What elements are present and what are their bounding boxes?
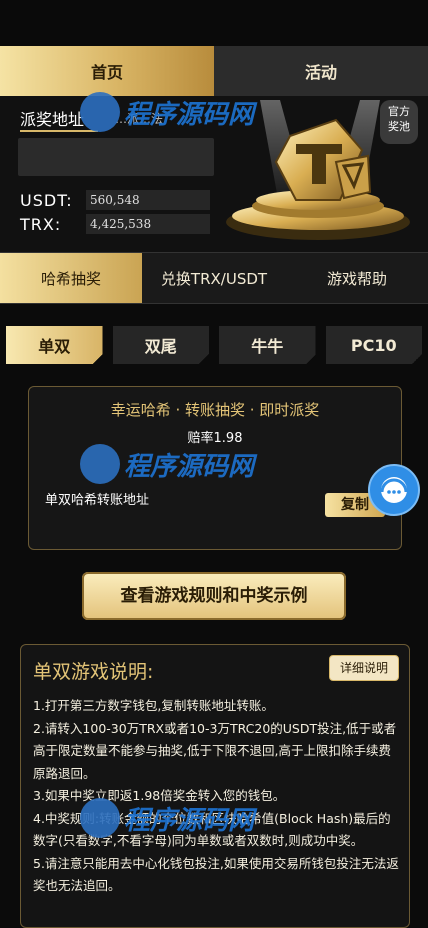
- tab-home[interactable]: 首页: [0, 46, 214, 96]
- sub-tabs: 哈希抽奖 兑换TRX/USDT 游戏帮助: [0, 252, 428, 304]
- subtab-exchange[interactable]: 兑换TRX/USDT: [142, 253, 286, 303]
- description-item: 2.请转入100-30万TRX或者10-3万TRC20的USDT投注,低于或者高…: [33, 720, 397, 781]
- game-tabs: 单双 双尾 牛牛 PC10: [6, 326, 422, 364]
- payout-address-label: 派奖地址: [20, 110, 85, 129]
- detail-button[interactable]: 详细说明: [329, 655, 399, 681]
- card-title: 幸运哈希 · 转账抽奖 · 即时派奖: [110, 401, 320, 419]
- gametab-double-tail[interactable]: 双尾: [112, 326, 209, 364]
- gametab-odd-even[interactable]: 单双: [6, 326, 103, 364]
- payout-address-title: 派奖地址: [20, 106, 98, 132]
- watermark-logo-icon: [80, 92, 120, 132]
- description-title: 单双游戏说明:: [33, 661, 154, 683]
- headset-icon: [380, 477, 408, 503]
- top-bar: [0, 0, 428, 46]
- subtab-hash-lottery[interactable]: 哈希抽奖: [0, 253, 142, 303]
- gametab-niuniu[interactable]: 牛牛: [219, 326, 316, 364]
- description-item: 1.打开第三方数字钱包,复制转账地址转账。: [33, 698, 274, 713]
- customer-service-icon[interactable]: [368, 464, 420, 516]
- watermark-text: 程序源码网: [124, 451, 255, 482]
- watermark: 程序源码网: [80, 92, 254, 132]
- description-list: 1.打开第三方数字钱包,复制转账地址转账。 2.请转入100-30万TRX或者1…: [33, 695, 401, 898]
- transfer-address-label: 单双哈希转账地址: [45, 493, 150, 508]
- gametab-pc10[interactable]: PC10: [325, 326, 422, 364]
- watermark-text: 程序源码网: [124, 99, 255, 130]
- watermark-text: 程序源码网: [124, 805, 255, 836]
- view-rules-button[interactable]: 查看游戏规则和中奖示例: [82, 572, 346, 620]
- watermark: 程序源码网: [80, 444, 254, 484]
- trx-balance-row: TRX: 4,425,538: [20, 214, 210, 234]
- watermark-logo-icon: [80, 798, 120, 838]
- subtab-game-help[interactable]: 游戏帮助: [286, 253, 428, 303]
- trx-value: 4,425,538: [86, 214, 210, 234]
- game-description-panel: 单双游戏说明: 详细说明 1.打开第三方数字钱包,复制转账地址转账。 2.请转入…: [20, 644, 410, 928]
- usdt-balance-row: USDT: 560,548: [20, 190, 210, 210]
- payout-address-box[interactable]: [18, 138, 214, 176]
- usdt-label: USDT:: [20, 190, 73, 210]
- watermark: 程序源码网: [80, 798, 254, 838]
- tab-activity[interactable]: 活动: [214, 46, 428, 96]
- main-tabs: 首页 活动: [0, 46, 428, 96]
- watermark-logo-icon: [80, 444, 120, 484]
- description-item: 5.请注意只能用去中心化钱包投注,如果使用交易所钱包投注无法返奖也无法追回。: [33, 855, 399, 894]
- usdt-value: 560,548: [86, 190, 210, 210]
- trx-label: TRX:: [20, 214, 62, 234]
